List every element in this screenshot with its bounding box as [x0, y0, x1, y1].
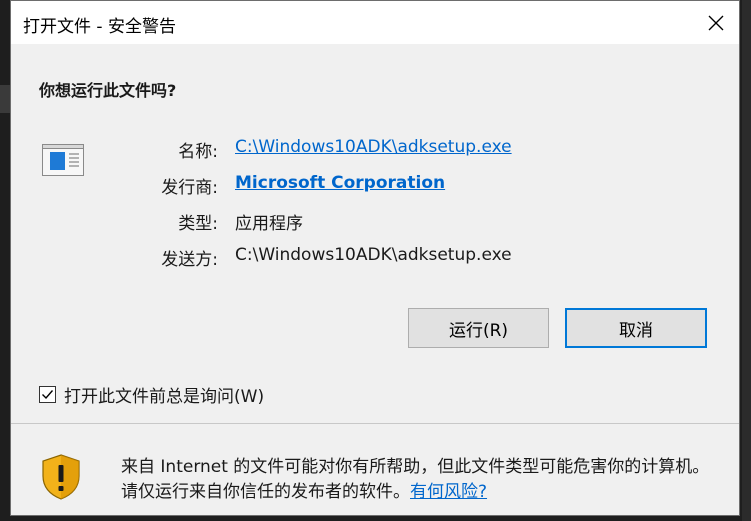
shield-warning-icon: [42, 454, 80, 500]
dialog-title: 打开文件 - 安全警告: [23, 17, 176, 37]
name-label-cell: 名称:: [141, 137, 218, 162]
prompt-question: 你想运行此文件吗?: [39, 81, 177, 100]
type-value-cell: 应用程序: [235, 209, 303, 234]
publisher-label-cell: 发行商:: [141, 173, 218, 198]
always-ask-option: 打开此文件前总是询问(W): [39, 381, 264, 407]
from-value-cell: C:\Windows10ADK\adksetup.exe: [235, 245, 512, 269]
always-ask-label[interactable]: 打开此文件前总是询问(W): [64, 382, 264, 407]
always-ask-checkbox[interactable]: [39, 385, 56, 403]
check-icon: [42, 389, 54, 399]
type-label: 类型:: [178, 214, 218, 234]
close-icon: [708, 15, 724, 30]
cancel-button[interactable]: 取消: [565, 308, 707, 348]
close-button[interactable]: [693, 1, 739, 44]
type-label-cell: 类型:: [141, 209, 218, 234]
type-value: 应用程序: [235, 214, 303, 234]
background-window-edge: [742, 0, 751, 521]
from-value: C:\Windows10ADK\adksetup.exe: [235, 245, 512, 265]
name-value-cell: C:\Windows10ADK\adksetup.exe: [235, 137, 512, 161]
title-bar: 打开文件 - 安全警告: [11, 1, 739, 44]
from-label-cell: 发送方:: [141, 245, 218, 270]
publisher-label: 发行商:: [161, 178, 218, 198]
risk-info-link[interactable]: 有何风险?: [410, 482, 487, 502]
warning-message: 来自 Internet 的文件可能对你有所帮助，但此文件类型可能危害你的计算机。…: [121, 455, 721, 505]
application-icon: [42, 144, 84, 176]
name-label: 名称:: [178, 142, 218, 162]
from-label: 发送方:: [161, 250, 218, 270]
run-button[interactable]: 运行(R): [408, 308, 549, 348]
warning-panel: 来自 Internet 的文件可能对你有所帮助，但此文件类型可能危害你的计算机。…: [11, 424, 739, 515]
publisher-value-cell: Microsoft Corporation: [235, 173, 445, 197]
publisher-link[interactable]: Microsoft Corporation: [235, 173, 445, 193]
background-window-strip: [0, 85, 10, 113]
security-warning-dialog: 打开文件 - 安全警告 你想运行此文件吗? 名称: C:\Windows10AD…: [10, 0, 740, 516]
file-name-link[interactable]: C:\Windows10ADK\adksetup.exe: [235, 137, 512, 157]
